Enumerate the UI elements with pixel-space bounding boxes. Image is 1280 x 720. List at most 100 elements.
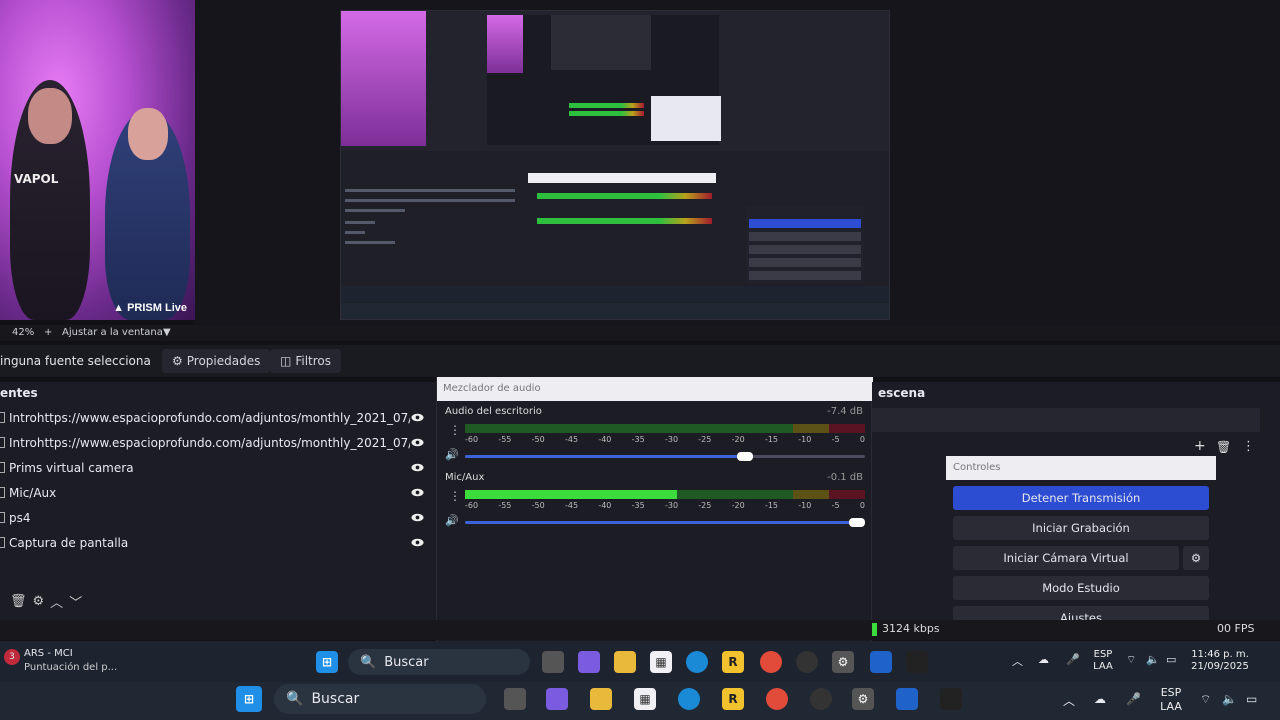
prism-live-watermark: ▲ PRISM Live bbox=[113, 302, 187, 314]
obs-icon[interactable] bbox=[796, 651, 818, 673]
edge-icon[interactable] bbox=[678, 688, 700, 710]
eye-icon[interactable] bbox=[410, 461, 424, 475]
chevron-up-icon[interactable]: ︿ bbox=[50, 592, 63, 611]
eye-icon[interactable] bbox=[410, 411, 424, 425]
kebab-menu-icon[interactable]: ⋮ bbox=[449, 423, 461, 437]
chevron-down-icon[interactable]: ﹀ bbox=[69, 592, 82, 611]
tick-label: -20 bbox=[731, 435, 745, 444]
volume-slider[interactable] bbox=[465, 452, 865, 461]
nested-stop-btn bbox=[749, 219, 861, 228]
chrome-icon[interactable] bbox=[760, 651, 782, 673]
studio-mode-button[interactable]: Modo Estudio bbox=[953, 576, 1209, 600]
copilot-icon[interactable] bbox=[546, 688, 568, 710]
fit-window-button[interactable]: Ajustar a la ventana bbox=[62, 327, 163, 338]
eye-icon[interactable] bbox=[410, 536, 424, 550]
volume-icon[interactable]: 🔈 bbox=[1222, 692, 1237, 706]
settings-app-icon[interactable]: ⚙ bbox=[852, 688, 874, 710]
language-indicator[interactable]: ESP LAA bbox=[1090, 649, 1116, 673]
chevron-up-icon[interactable]: ︿ bbox=[1063, 692, 1075, 709]
tick-label: -60 bbox=[465, 501, 479, 510]
volume-slider[interactable] bbox=[465, 518, 865, 527]
battery-icon[interactable]: ▭ bbox=[1246, 692, 1257, 706]
windows-start-icon[interactable]: ⊞ bbox=[236, 686, 262, 712]
channel-name: Mic/Aux bbox=[445, 472, 485, 483]
trash-icon[interactable]: 🗑 bbox=[10, 594, 27, 609]
store-icon[interactable]: ▦ bbox=[634, 688, 656, 710]
channel-name: Audio del escritorio bbox=[445, 406, 542, 417]
wifi-icon[interactable]: ⌔ bbox=[1126, 653, 1136, 667]
clock[interactable]: 11:46 p. m. 21/09/2025 bbox=[1188, 649, 1252, 673]
filter-icon: ◫ bbox=[280, 354, 292, 368]
source-row[interactable]: Introhttps://www.espacioprofundo.com/adj… bbox=[0, 405, 432, 430]
settings-app-icon[interactable]: ⚙ bbox=[832, 651, 854, 673]
source-row[interactable]: Introhttps://www.espacioprofundo.com/adj… bbox=[0, 430, 432, 455]
sources-panel: entes Introhttps://www.espacioprofundo.c… bbox=[0, 382, 436, 640]
search-bar[interactable]: 🔍 Buscar bbox=[348, 649, 530, 675]
properties-button[interactable]: ⚙ Propiedades bbox=[162, 349, 271, 373]
virtual-camera-button[interactable]: Iniciar Cámara Virtual bbox=[953, 546, 1179, 570]
start-recording-button[interactable]: Iniciar Grabación bbox=[953, 516, 1209, 540]
zoom-in-icon[interactable]: + bbox=[44, 327, 52, 338]
task-view-icon[interactable] bbox=[542, 651, 564, 673]
mixer-title: Mezclador de audio bbox=[437, 377, 873, 401]
mic-icon[interactable]: 🎤 bbox=[1126, 692, 1141, 706]
slider-knob[interactable] bbox=[849, 518, 865, 527]
store-icon[interactable]: ▦ bbox=[650, 651, 672, 673]
source-row[interactable]: Mic/Aux bbox=[0, 480, 432, 505]
copilot-icon[interactable] bbox=[578, 651, 600, 673]
obs-icon[interactable] bbox=[810, 688, 832, 710]
eye-icon[interactable] bbox=[410, 486, 424, 500]
source-row[interactable]: Prims virtual camera bbox=[0, 455, 432, 480]
nested-row bbox=[345, 189, 515, 192]
chevron-up-icon[interactable]: ︿ bbox=[1012, 653, 1023, 669]
app-icon[interactable] bbox=[896, 688, 918, 710]
stop-stream-button[interactable]: Detener Transmisión bbox=[953, 486, 1209, 510]
tick-label: -40 bbox=[598, 435, 612, 444]
speaker-icon[interactable]: 🔊 bbox=[445, 448, 459, 461]
camera-app-icon[interactable] bbox=[940, 688, 962, 710]
notification-title[interactable]: ARS - MCI bbox=[24, 648, 73, 659]
edge-icon[interactable] bbox=[686, 651, 708, 673]
windows-start-icon[interactable]: ⊞ bbox=[316, 651, 338, 673]
speaker-icon[interactable]: 🔊 bbox=[445, 514, 459, 527]
kebab-menu-icon[interactable]: ⋮ bbox=[449, 489, 461, 503]
zoom-level[interactable]: 42% bbox=[12, 327, 34, 338]
app-icon[interactable] bbox=[870, 651, 892, 673]
rockstar-icon[interactable]: R bbox=[722, 688, 744, 710]
search-bar[interactable]: 🔍 Buscar bbox=[274, 684, 486, 714]
eye-icon[interactable] bbox=[410, 511, 424, 525]
notification-subtitle[interactable]: Puntuación del p... bbox=[24, 662, 117, 673]
task-view-icon[interactable] bbox=[504, 688, 526, 710]
file-explorer-icon[interactable] bbox=[590, 688, 612, 710]
antivirus-icon[interactable]: ☁ bbox=[1094, 692, 1106, 706]
audio-mixer: Mezclador de audio Audio del escritorio … bbox=[436, 377, 873, 641]
preview-canvas[interactable] bbox=[340, 10, 890, 320]
nested-taskbar bbox=[341, 286, 889, 302]
rockstar-icon[interactable]: R bbox=[722, 651, 744, 673]
chevron-down-icon[interactable]: ▼ bbox=[163, 327, 171, 338]
wifi-icon[interactable]: ⌔ bbox=[1200, 692, 1211, 707]
file-explorer-icon[interactable] bbox=[614, 651, 636, 673]
transition-select[interactable] bbox=[872, 408, 1260, 432]
gear-icon[interactable]: ⚙ bbox=[1183, 546, 1209, 570]
gear-icon[interactable]: ⚙ bbox=[33, 594, 45, 609]
source-row[interactable]: ps4 bbox=[0, 505, 432, 530]
eye-icon[interactable] bbox=[410, 436, 424, 450]
mic-icon[interactable]: 🎤 bbox=[1066, 653, 1080, 666]
nested-btn bbox=[749, 258, 861, 267]
trash-icon[interactable]: 🗑 bbox=[1216, 440, 1231, 454]
volume-icon[interactable]: 🔈 bbox=[1146, 653, 1160, 666]
tick-label: -15 bbox=[764, 501, 779, 510]
plus-icon[interactable]: + bbox=[1194, 438, 1206, 454]
filters-button[interactable]: ◫ Filtros bbox=[270, 349, 342, 373]
battery-icon[interactable]: ▭ bbox=[1166, 653, 1176, 666]
source-row[interactable]: Captura de pantalla bbox=[0, 530, 432, 555]
slider-fill bbox=[465, 521, 857, 524]
tick-label: -55 bbox=[498, 435, 512, 444]
slider-knob[interactable] bbox=[737, 452, 753, 461]
language-indicator[interactable]: ESP LAA bbox=[1156, 686, 1186, 714]
camera-app-icon[interactable] bbox=[906, 651, 928, 673]
kebab-menu-icon[interactable]: ⋮ bbox=[1242, 439, 1255, 454]
chrome-icon[interactable] bbox=[766, 688, 788, 710]
antivirus-icon[interactable]: ☁ bbox=[1038, 653, 1049, 666]
